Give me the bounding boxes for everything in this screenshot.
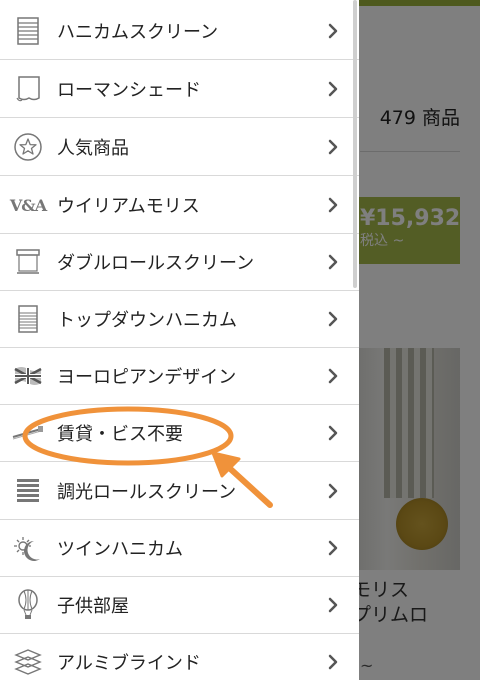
aluminum-blind-icon bbox=[12, 646, 44, 678]
honeycomb-screen-icon bbox=[12, 15, 44, 47]
menu-item-kids-room[interactable]: 子供部屋 bbox=[0, 577, 359, 634]
chevron-right-icon bbox=[323, 366, 343, 386]
menu-item-label: 調光ロールスクリーン bbox=[57, 482, 237, 503]
chevron-right-icon bbox=[323, 481, 343, 501]
roman-shade-icon bbox=[12, 73, 44, 105]
dimming-roll-screen-icon bbox=[12, 475, 44, 507]
menu-item-popular-products[interactable]: 人気商品 bbox=[0, 119, 359, 176]
menu-item-label: ウイリアムモリス bbox=[57, 196, 200, 217]
menu-item-label: 人気商品 bbox=[57, 138, 129, 159]
chevron-right-icon bbox=[323, 21, 343, 41]
menu-item-honeycomb-screen[interactable]: ハニカムスクリーン bbox=[0, 3, 359, 60]
menu-item-rental-no-screws[interactable]: 賃貸・ビス不要 bbox=[0, 405, 359, 462]
menu-item-aluminum-blind[interactable]: アルミブラインド bbox=[0, 634, 359, 680]
menu-item-label: ローマンシェード bbox=[57, 80, 201, 101]
menu-item-label: ツインハニカム bbox=[57, 539, 183, 560]
chevron-right-icon bbox=[323, 423, 343, 443]
menu-item-label: ハニカムスクリーン bbox=[57, 22, 219, 43]
chevron-right-icon bbox=[323, 595, 343, 615]
menu-item-european-design[interactable]: ヨーロピアンデザイン bbox=[0, 348, 359, 405]
menu-item-double-roll-screen[interactable]: ダブルロールスクリーン bbox=[0, 234, 359, 291]
chevron-right-icon bbox=[323, 137, 343, 157]
menu-item-roman-shade[interactable]: ローマンシェード bbox=[0, 61, 359, 118]
menu-item-label: 子供部屋 bbox=[57, 596, 129, 617]
menu-item-dimming-roll-screen[interactable]: 調光ロールスクリーン bbox=[0, 463, 359, 520]
chevron-right-icon bbox=[323, 252, 343, 272]
menu-item-label: ヨーロピアンデザイン bbox=[57, 367, 237, 388]
union-flag-icon bbox=[12, 360, 44, 392]
side-menu: ハニカムスクリーン ローマンシェード 人気商品 V&A ウイリアムモリス ダブル… bbox=[0, 0, 359, 680]
va-logo-icon: V&A bbox=[9, 195, 47, 215]
chevron-right-icon bbox=[323, 79, 343, 99]
tension-rod-icon bbox=[12, 417, 44, 449]
menu-item-label: トップダウンハニカム bbox=[57, 310, 237, 331]
top-down-honeycomb-icon bbox=[12, 303, 44, 335]
menu-item-top-down-honeycomb[interactable]: トップダウンハニカム bbox=[0, 291, 359, 348]
menu-item-twin-honeycomb[interactable]: ツインハニカム bbox=[0, 520, 359, 577]
double-roll-screen-icon bbox=[12, 246, 44, 278]
chevron-right-icon bbox=[323, 652, 343, 672]
menu-item-label: ダブルロールスクリーン bbox=[57, 253, 255, 274]
menu-scrollbar[interactable] bbox=[353, 0, 357, 288]
chevron-right-icon bbox=[323, 309, 343, 329]
menu-item-label: 賃貸・ビス不要 bbox=[57, 424, 183, 445]
star-icon bbox=[12, 131, 44, 163]
chevron-right-icon bbox=[323, 195, 343, 215]
menu-item-william-morris[interactable]: V&A ウイリアムモリス bbox=[0, 177, 359, 234]
sun-moon-icon bbox=[12, 532, 44, 564]
balloon-icon bbox=[12, 589, 44, 621]
menu-item-label: アルミブラインド bbox=[57, 653, 201, 674]
chevron-right-icon bbox=[323, 538, 343, 558]
